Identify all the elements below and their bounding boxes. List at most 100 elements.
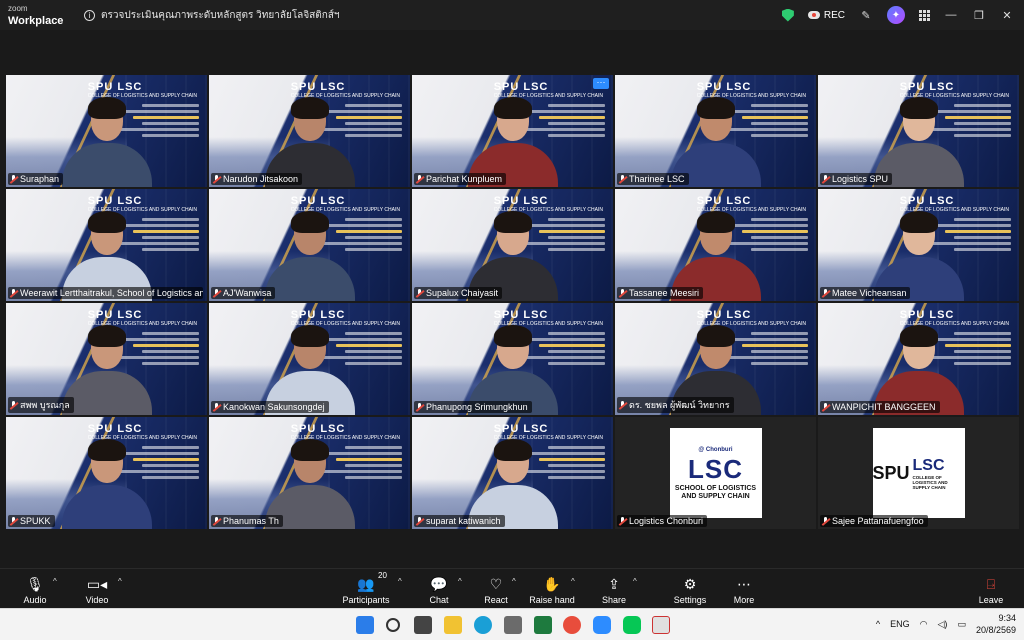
hand-icon: ✋ — [543, 576, 561, 592]
participant-name: สพพ บูรณกุล — [8, 397, 74, 413]
muted-mic-icon — [10, 174, 17, 184]
muted-mic-icon — [416, 288, 423, 298]
participants-button[interactable]: 👥 Participants — [335, 575, 397, 605]
audio-label: Audio — [23, 595, 47, 605]
participant-tile[interactable]: SPU LSC COLLEGE OF LOGISTICS AND SUPPLY C… — [615, 75, 816, 187]
chrome-icon[interactable] — [563, 616, 581, 634]
muted-mic-icon — [822, 174, 829, 184]
search-icon[interactable] — [386, 618, 400, 632]
tray-chevron-icon[interactable]: ^ — [876, 619, 880, 629]
leave-door-icon: ⍈ — [986, 576, 996, 592]
react-chevron-icon[interactable]: ^ — [512, 577, 516, 586]
leave-button[interactable]: ⍈ Leave — [961, 575, 1021, 605]
muted-mic-icon — [213, 516, 220, 526]
info-icon[interactable]: i — [84, 9, 95, 21]
store-icon[interactable] — [504, 616, 522, 634]
share-screen-icon: ⇪ — [608, 576, 620, 592]
ai-companion-icon[interactable]: ✦ — [887, 6, 905, 24]
muted-mic-icon — [822, 516, 829, 526]
apps-grid-icon[interactable] — [919, 9, 930, 21]
participant-video — [264, 209, 355, 301]
wifi-icon[interactable]: ◠ — [920, 619, 928, 630]
edge-icon[interactable] — [474, 616, 492, 634]
meeting-title: ตรวจประเมินคุณภาพระดับหลักสูตร วิทยาลัยโ… — [101, 9, 340, 21]
muted-mic-icon — [619, 400, 626, 410]
raise-hand-chevron-icon[interactable]: ^ — [571, 577, 575, 586]
volume-icon[interactable]: ◁) — [938, 619, 948, 630]
more-button[interactable]: ⋯ More — [714, 575, 774, 605]
spu-lsc-logo: SPU LSC COLLEGE OF LOGISTICS AND SUPPLY CH… — [872, 428, 965, 518]
settings-button[interactable]: ⚙ Settings — [660, 575, 720, 605]
participant-name: Tassanee Meesiri — [617, 287, 704, 299]
pdf-reader-icon[interactable] — [652, 616, 670, 634]
participant-tile[interactable]: SPU LSC COLLEGE OF LOGISTICS AND SUPPLY C… — [209, 75, 410, 187]
start-windows-icon[interactable] — [356, 616, 374, 634]
participant-tile[interactable]: SPU LSC COLLEGE OF LOGISTICS AND SUPPLY C… — [412, 75, 613, 187]
muted-mic-icon — [416, 516, 423, 526]
muted-mic-icon — [416, 402, 423, 412]
participant-name: Phanupong Srimungkhun — [414, 401, 532, 413]
meeting-info[interactable]: i ตรวจประเมินคุณภาพระดับหลักสูตร วิทยาลั… — [84, 8, 340, 23]
participant-tile[interactable]: SPU LSC COLLEGE OF LOGISTICS AND SUPPLY C… — [6, 303, 207, 415]
participant-tile[interactable]: SPU LSC COLLEGE OF LOGISTICS AND SUPPLY C… — [615, 303, 816, 415]
brand-zoom: zoom — [8, 4, 28, 13]
participant-tile[interactable]: SPU LSC COLLEGE OF LOGISTICS AND SUPPLY C… — [818, 303, 1019, 415]
participant-video — [61, 323, 152, 415]
participant-tile[interactable]: SPU LSC COLLEGE OF LOGISTICS AND SUPPLY C… — [412, 303, 613, 415]
muted-mic-icon — [822, 288, 829, 298]
participants-chevron-icon[interactable]: ^ — [398, 577, 402, 586]
tile-more-options-icon[interactable]: ··· — [593, 78, 609, 89]
titlebar-controls: REC ✎ ✦ — ❐ ✕ — [781, 0, 1024, 30]
participant-tile[interactable]: SPU LSC COLLEGE OF LOGISTICS AND SUPPLY CH… — [818, 417, 1019, 529]
task-view-icon[interactable] — [414, 616, 432, 634]
chat-chevron-icon[interactable]: ^ — [458, 577, 462, 586]
language-indicator[interactable]: ENG — [890, 619, 910, 629]
participant-tile[interactable]: SPU LSC COLLEGE OF LOGISTICS AND SUPPLY C… — [6, 189, 207, 301]
participant-tile[interactable]: SPU LSC COLLEGE OF LOGISTICS AND SUPPLY C… — [818, 189, 1019, 301]
audio-options-chevron-icon[interactable]: ^ — [53, 577, 57, 586]
more-dots-icon: ⋯ — [737, 576, 751, 592]
participant-tile[interactable]: SPU LSC COLLEGE OF LOGISTICS AND SUPPLY C… — [209, 189, 410, 301]
restore-button[interactable]: ❐ — [972, 9, 986, 22]
excel-icon[interactable] — [534, 616, 552, 634]
muted-mic-icon — [619, 288, 626, 298]
muted-mic-icon — [213, 174, 220, 184]
participant-tile[interactable]: SPU LSC COLLEGE OF LOGISTICS AND SUPPLY C… — [412, 189, 613, 301]
raise-hand-label: Raise hand — [529, 595, 575, 605]
participant-tile[interactable]: SPU LSC COLLEGE OF LOGISTICS AND SUPPLY C… — [615, 189, 816, 301]
participant-name: Narudon Jitsakoon — [211, 173, 303, 185]
share-chevron-icon[interactable]: ^ — [633, 577, 637, 586]
video-options-chevron-icon[interactable]: ^ — [118, 577, 122, 586]
security-shield-icon[interactable] — [781, 8, 794, 22]
muted-mic-icon — [10, 288, 17, 298]
lsc-chonburi-logo: @ Chonburi LSC SCHOOL OF LOGISTICS AND SUP… — [669, 428, 762, 518]
participant-tile[interactable]: SPU LSC COLLEGE OF LOGISTICS AND SUPPLY C… — [6, 75, 207, 187]
participant-tile[interactable]: SPU LSC COLLEGE OF LOGISTICS AND SUPPLY C… — [209, 417, 410, 529]
file-explorer-icon[interactable] — [444, 616, 462, 634]
participant-tile[interactable]: SPU LSC COLLEGE OF LOGISTICS AND SUPPLY C… — [412, 417, 613, 529]
close-button[interactable]: ✕ — [1000, 9, 1014, 22]
react-button[interactable]: ♡ React — [466, 575, 526, 605]
participant-name: Sajee Pattanafuengfoo — [820, 515, 928, 527]
microphone-icon: 🎙 — [26, 576, 44, 592]
participant-name: ดร. ชยพล ผู้พัฒน์ วิทยากร — [617, 397, 734, 413]
battery-icon[interactable]: ▭ — [957, 619, 966, 630]
participant-tile[interactable]: SPU LSC COLLEGE OF LOGISTICS AND SUPPLY C… — [209, 303, 410, 415]
participant-name: suparat katiwanich — [414, 515, 505, 527]
gear-icon: ⚙ — [683, 576, 697, 592]
zoom-taskbar-icon[interactable] — [593, 616, 611, 634]
muted-mic-icon — [10, 516, 17, 526]
participant-tile[interactable]: @ Chonburi LSC SCHOOL OF LOGISTICS AND SUP… — [615, 417, 816, 529]
more-label: More — [733, 595, 755, 605]
line-icon[interactable] — [623, 616, 641, 634]
participant-tile[interactable]: SPU LSC COLLEGE OF LOGISTICS AND SUPPLY C… — [818, 75, 1019, 187]
pen-icon[interactable]: ✎ — [859, 9, 873, 22]
recording-indicator[interactable]: REC — [807, 10, 845, 21]
participant-tile[interactable]: SPU LSC COLLEGE OF LOGISTICS AND SUPPLY C… — [6, 417, 207, 529]
muted-mic-icon — [822, 402, 829, 412]
muted-mic-icon — [10, 400, 17, 410]
clock[interactable]: 9:34 20/8/2569 — [976, 612, 1016, 636]
muted-mic-icon — [213, 402, 220, 412]
minimize-button[interactable]: — — [944, 9, 958, 21]
video-label: Video — [85, 595, 109, 605]
